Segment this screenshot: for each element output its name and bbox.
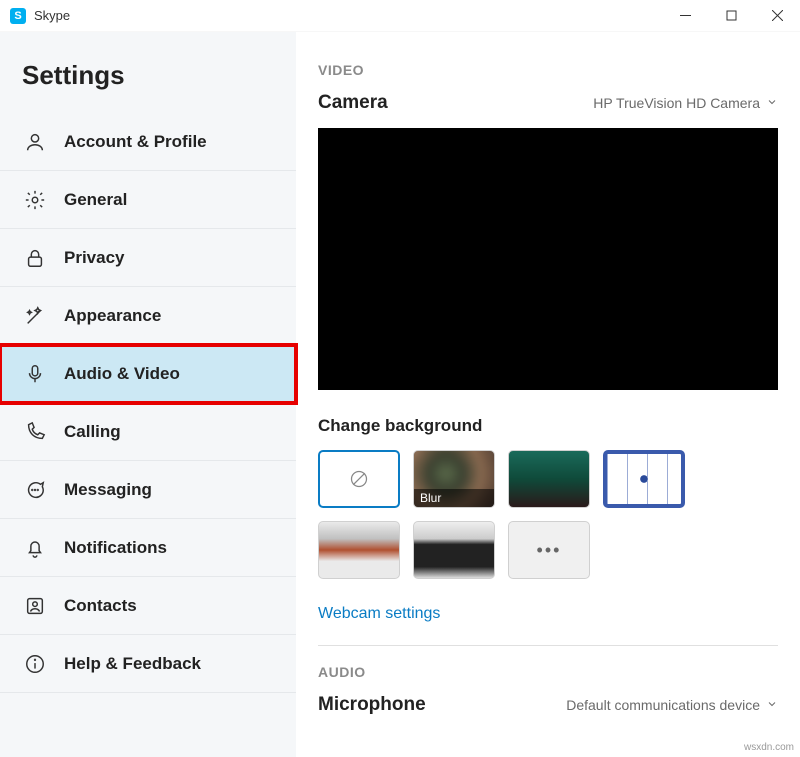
- sidebar-item-label: Privacy: [64, 248, 125, 268]
- window-controls: [662, 0, 800, 31]
- background-options: Blur •••: [318, 450, 778, 579]
- bg-option-none[interactable]: [318, 450, 400, 508]
- sidebar-item-label: Messaging: [64, 480, 152, 500]
- chevron-down-icon: [766, 95, 778, 111]
- bell-icon: [24, 537, 46, 559]
- phone-icon: [24, 421, 46, 443]
- microphone-value: Default communications device: [566, 697, 760, 713]
- camera-value: HP TrueVision HD Camera: [593, 95, 760, 111]
- bg-option-preset-4[interactable]: [413, 521, 495, 579]
- more-dots-icon: •••: [537, 540, 562, 561]
- bg-option-preset-3[interactable]: [318, 521, 400, 579]
- sidebar-item-audio-video[interactable]: Audio & Video: [0, 345, 296, 403]
- sidebar-item-label: Help & Feedback: [64, 654, 201, 674]
- minimize-button[interactable]: [662, 0, 708, 31]
- sidebar-item-label: Calling: [64, 422, 121, 442]
- video-section-heading: VIDEO: [318, 62, 778, 78]
- settings-title: Settings: [0, 32, 296, 113]
- sidebar-item-label: Account & Profile: [64, 132, 207, 152]
- microphone-label: Microphone: [318, 694, 426, 716]
- section-divider: [318, 645, 778, 646]
- skype-app-icon: S: [10, 8, 26, 24]
- person-icon: [24, 131, 46, 153]
- contacts-icon: [24, 595, 46, 617]
- sidebar-item-contacts[interactable]: Contacts: [0, 577, 296, 635]
- bg-option-preset-2[interactable]: [603, 450, 685, 508]
- sidebar-item-general[interactable]: General: [0, 171, 296, 229]
- sidebar-item-notifications[interactable]: Notifications: [0, 519, 296, 577]
- lock-icon: [24, 247, 46, 269]
- bg-option-blur[interactable]: Blur: [413, 450, 495, 508]
- sidebar-item-messaging[interactable]: Messaging: [0, 461, 296, 519]
- change-background-label: Change background: [318, 416, 778, 436]
- camera-label: Camera: [318, 92, 388, 114]
- chat-icon: [24, 479, 46, 501]
- titlebar: S Skype: [0, 0, 800, 32]
- camera-dropdown[interactable]: HP TrueVision HD Camera: [593, 95, 778, 111]
- sidebar-item-appearance[interactable]: Appearance: [0, 287, 296, 345]
- wand-icon: [24, 305, 46, 327]
- gear-icon: [24, 189, 46, 211]
- sidebar-item-label: Appearance: [64, 306, 161, 326]
- blur-caption: Blur: [414, 489, 494, 507]
- settings-sidebar: Settings Account & Profile General Priva…: [0, 32, 296, 757]
- audio-section-heading: AUDIO: [318, 664, 778, 680]
- close-button[interactable]: [754, 0, 800, 31]
- sidebar-item-label: Notifications: [64, 538, 167, 558]
- watermark: wsxdn.com: [744, 742, 794, 753]
- webcam-settings-link[interactable]: Webcam settings: [318, 605, 440, 623]
- camera-preview: [318, 128, 778, 390]
- bg-option-preset-1[interactable]: [508, 450, 590, 508]
- sidebar-item-label: Contacts: [64, 596, 137, 616]
- bg-option-more[interactable]: •••: [508, 521, 590, 579]
- sidebar-item-label: Audio & Video: [64, 364, 180, 384]
- sidebar-item-account-profile[interactable]: Account & Profile: [0, 113, 296, 171]
- none-icon: [349, 469, 369, 489]
- microphone-dropdown[interactable]: Default communications device: [566, 697, 778, 713]
- window-title: Skype: [34, 8, 70, 23]
- sidebar-item-calling[interactable]: Calling: [0, 403, 296, 461]
- main-panel: VIDEO Camera HP TrueVision HD Camera Cha…: [296, 32, 800, 757]
- sidebar-item-help-feedback[interactable]: Help & Feedback: [0, 635, 296, 693]
- chevron-down-icon: [766, 697, 778, 713]
- info-icon: [24, 653, 46, 675]
- sidebar-item-label: General: [64, 190, 127, 210]
- maximize-button[interactable]: [708, 0, 754, 31]
- microphone-icon: [24, 363, 46, 385]
- sidebar-item-privacy[interactable]: Privacy: [0, 229, 296, 287]
